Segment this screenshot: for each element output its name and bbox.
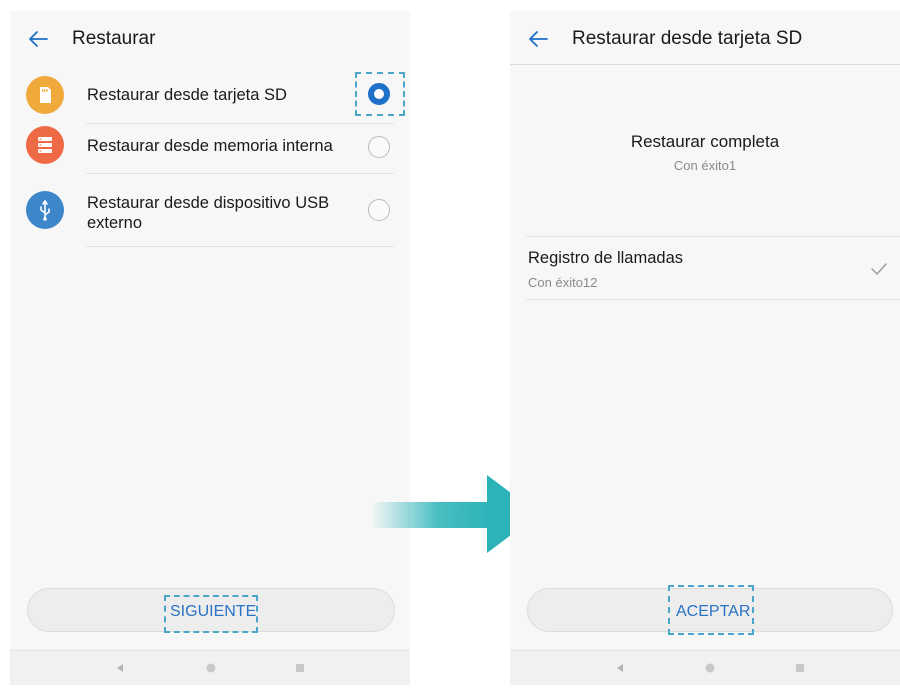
- tap-highlight: [164, 595, 258, 633]
- divider: [526, 236, 900, 237]
- restore-screen: Restaurar Restaurar desde tarjeta SD Res…: [10, 11, 410, 685]
- check-icon: [871, 263, 887, 275]
- option-restore-internal[interactable]: Restaurar desde memoria interna: [10, 123, 410, 173]
- record-title: Registro de llamadas: [528, 249, 683, 267]
- status-title: Restaurar completa: [630, 132, 780, 151]
- divider: [86, 123, 394, 124]
- home-circle-icon[interactable]: [205, 662, 217, 674]
- restore-result-screen: Restaurar desde tarjeta SD Restaurar com…: [510, 11, 900, 685]
- status-subtitle: Con éxito1: [673, 158, 737, 173]
- option-label: Restaurar desde dispositivo USB externo: [87, 194, 330, 232]
- home-circle-icon[interactable]: [704, 662, 716, 674]
- recents-square-icon[interactable]: [794, 662, 806, 674]
- system-nav-bar: [510, 650, 900, 685]
- recents-square-icon[interactable]: [294, 662, 306, 674]
- back-triangle-icon[interactable]: [614, 662, 626, 674]
- option-restore-sd[interactable]: Restaurar desde tarjeta SD: [10, 65, 410, 123]
- back-triangle-icon[interactable]: [114, 662, 126, 674]
- app-bar: Restaurar desde tarjeta SD: [510, 11, 900, 65]
- system-nav-bar: [10, 650, 410, 685]
- radio-unselected[interactable]: [368, 199, 390, 221]
- sd-card-icon: [26, 76, 64, 114]
- option-restore-usb[interactable]: Restaurar desde dispositivo USB externo: [10, 173, 410, 247]
- radio-unselected[interactable]: [368, 136, 390, 158]
- back-arrow-icon[interactable]: [26, 27, 50, 51]
- divider: [526, 299, 900, 300]
- record-status: Con éxito12: [528, 275, 598, 290]
- internal-storage-icon: [26, 126, 64, 164]
- page-title: Restaurar: [72, 28, 156, 49]
- usb-icon: [26, 191, 64, 229]
- page-title: Restaurar desde tarjeta SD: [572, 28, 803, 49]
- option-label: Restaurar desde memoria interna: [87, 137, 333, 155]
- tap-highlight: [668, 585, 754, 635]
- tap-highlight: [355, 72, 405, 116]
- divider: [86, 173, 394, 174]
- back-arrow-icon[interactable]: [526, 27, 550, 51]
- app-bar: Restaurar: [10, 11, 410, 65]
- option-label: Restaurar desde tarjeta SD: [87, 86, 287, 104]
- divider: [86, 246, 394, 247]
- divider: [510, 64, 900, 65]
